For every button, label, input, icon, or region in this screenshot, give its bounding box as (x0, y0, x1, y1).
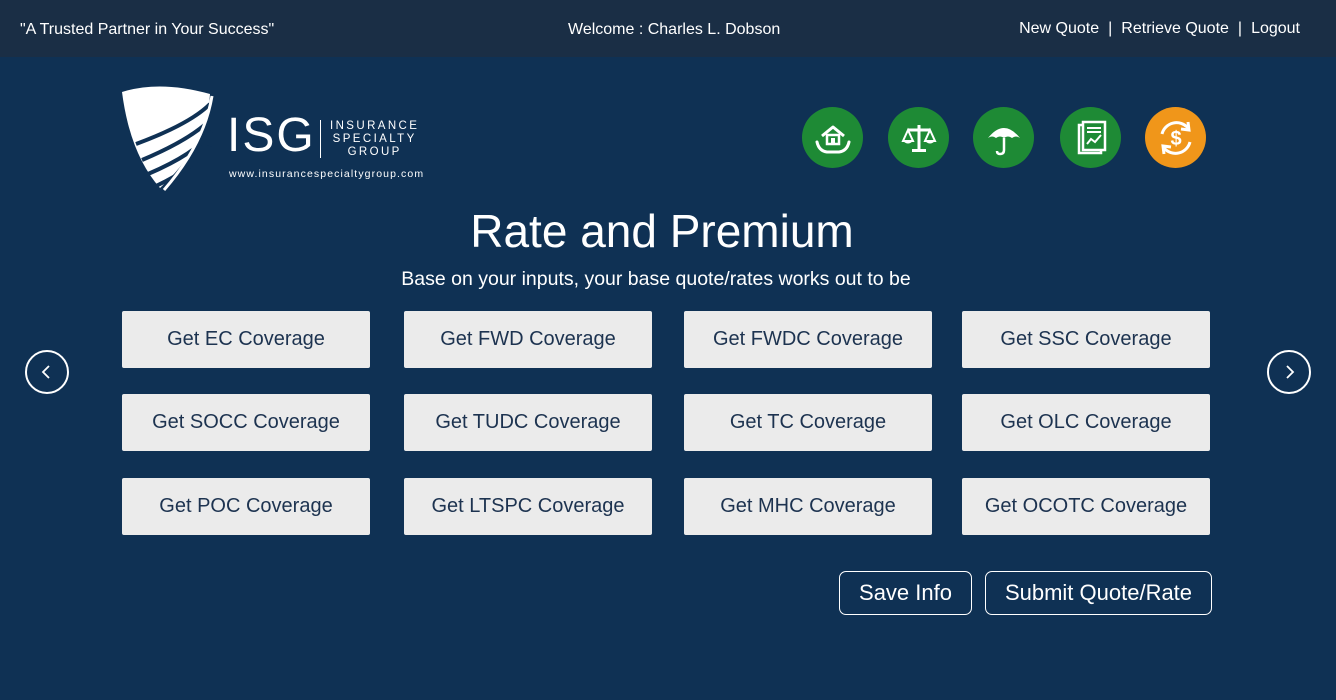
dollar-refresh-icon[interactable]: $ (1145, 107, 1206, 168)
get-tc-coverage-button[interactable]: Get TC Coverage (684, 394, 932, 451)
welcome-message: Welcome : Charles L. Dobson (568, 21, 781, 38)
category-icons: $ (802, 107, 1212, 169)
logo-line2: SPECIALTY (332, 133, 417, 145)
get-poc-coverage-button[interactable]: Get POC Coverage (122, 478, 370, 535)
get-olc-coverage-button[interactable]: Get OLC Coverage (962, 394, 1210, 451)
save-info-button[interactable]: Save Info (839, 571, 972, 615)
logout-link[interactable]: Logout (1251, 20, 1300, 38)
page-title: Rate and Premium (470, 205, 854, 257)
previous-arrow-button[interactable] (25, 350, 69, 394)
isg-logo: ISG INSURANCE SPECIALTY GROUP www.insura… (120, 84, 425, 192)
logo-url: www.insurancespecialtygroup.com (229, 168, 425, 180)
home-protection-icon[interactable] (802, 107, 863, 168)
tagline: "A Trusted Partner in Your Success" (20, 21, 275, 38)
new-quote-link[interactable]: New Quote (1019, 20, 1099, 38)
logo-wordmark: ISG (227, 109, 316, 162)
logo-line1: INSURANCE (330, 120, 420, 132)
chevron-left-icon (41, 365, 50, 379)
retrieve-quote-link[interactable]: Retrieve Quote (1121, 20, 1229, 38)
get-socc-coverage-button[interactable]: Get SOCC Coverage (122, 394, 370, 451)
top-bar: "A Trusted Partner in Your Success" Welc… (0, 0, 1336, 57)
umbrella-icon[interactable] (973, 107, 1034, 168)
logo-divider (320, 120, 321, 158)
get-fwd-coverage-button[interactable]: Get FWD Coverage (404, 311, 652, 368)
document-chart-icon[interactable] (1060, 107, 1121, 168)
page-subtitle: Base on your inputs, your base quote/rat… (401, 268, 911, 290)
submit-quote-button[interactable]: Submit Quote/Rate (985, 571, 1212, 615)
nav-separator: | (1108, 20, 1113, 37)
next-arrow-button[interactable] (1267, 350, 1311, 394)
get-ocotc-coverage-button[interactable]: Get OCOTC Coverage (962, 478, 1210, 535)
nav-separator: | (1237, 20, 1243, 37)
get-fwdc-coverage-button[interactable]: Get FWDC Coverage (684, 311, 932, 368)
top-nav: New Quote | Retrieve Quote | Logout (1019, 20, 1300, 38)
shield-logo-icon (122, 86, 214, 191)
scales-icon[interactable] (888, 107, 949, 168)
get-tudc-coverage-button[interactable]: Get TUDC Coverage (404, 394, 652, 451)
logo-subtitle: INSURANCE SPECIALTY GROUP (330, 120, 419, 159)
svg-text:$: $ (1170, 128, 1181, 150)
get-mhc-coverage-button[interactable]: Get MHC Coverage (684, 478, 932, 535)
logo-line3: GROUP (347, 146, 402, 158)
get-ltspc-coverage-button[interactable]: Get LTSPC Coverage (404, 478, 652, 535)
get-ec-coverage-button[interactable]: Get EC Coverage (122, 311, 370, 368)
get-ssc-coverage-button[interactable]: Get SSC Coverage (962, 311, 1210, 368)
chevron-right-icon (1286, 365, 1295, 379)
